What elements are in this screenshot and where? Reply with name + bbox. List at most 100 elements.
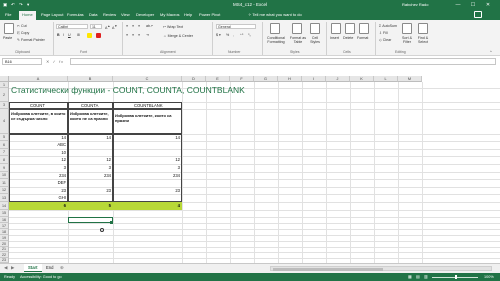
format-painter-button[interactable]: ✎ Format Painter — [17, 38, 45, 42]
row-header[interactable]: 5 — [0, 134, 9, 141]
bold-icon[interactable]: B — [57, 33, 60, 37]
align-top-icon[interactable]: ≡ — [126, 24, 128, 28]
column-header[interactable]: I — [302, 76, 326, 82]
next-sheet-icon[interactable]: ▶ — [11, 265, 14, 271]
format-as-table-icon[interactable] — [292, 23, 302, 34]
minimize-button[interactable]: — — [452, 1, 464, 9]
column-header[interactable]: K — [350, 76, 374, 82]
cell-b[interactable]: 23 — [68, 188, 111, 193]
grow-font-icon[interactable]: A▲ — [105, 24, 110, 30]
tab-file[interactable]: File — [5, 12, 11, 17]
cell-c[interactable]: 3 — [113, 165, 180, 170]
tab-power-pivot[interactable]: Power Pivot — [199, 12, 220, 17]
column-header[interactable]: H — [278, 76, 302, 82]
column-header[interactable]: B — [68, 76, 113, 82]
tab-review[interactable]: Review — [103, 12, 116, 17]
cell-c[interactable]: 23 — [113, 188, 180, 193]
cell-a[interactable]: DEF — [9, 180, 66, 185]
merge-center-button[interactable]: ⇔ Merge & Center — [163, 34, 193, 38]
fill-button[interactable]: ⇩ Fill — [379, 31, 388, 35]
cell-c[interactable]: 234 — [113, 173, 180, 178]
cell-a[interactable]: 12 — [9, 157, 66, 162]
row-header[interactable]: 10 — [0, 172, 9, 179]
borders-icon[interactable]: ⊞ — [77, 33, 80, 37]
cell-b[interactable]: 12 — [68, 157, 111, 162]
maximize-button[interactable]: ☐ — [467, 1, 479, 9]
column-header[interactable]: M — [398, 76, 422, 82]
tab-formulas[interactable]: Formulas — [67, 12, 84, 17]
active-cell-b16[interactable] — [68, 217, 113, 223]
share-icon[interactable] — [474, 11, 482, 18]
sort-filter-icon[interactable] — [402, 23, 412, 34]
font-color-icon[interactable] — [96, 33, 101, 38]
row-header[interactable]: 9 — [0, 164, 9, 172]
row-header[interactable]: 11 — [0, 179, 9, 187]
column-header[interactable]: A — [9, 76, 68, 82]
insert-button[interactable]: Insert — [330, 36, 339, 40]
delete-cells-icon[interactable] — [345, 23, 355, 34]
row-header[interactable]: 13 — [0, 194, 9, 202]
description-counta[interactable]: Изброява клетките, които не са празни — [68, 109, 113, 134]
align-bottom-icon[interactable]: ≡ — [138, 24, 140, 28]
cell-a[interactable]: GHI — [9, 195, 66, 200]
cell-c[interactable]: 14 — [113, 135, 180, 140]
cell-a[interactable]: 14 — [9, 135, 66, 140]
cell-a[interactable]: 10 — [9, 150, 66, 155]
sort-filter-button[interactable]: Sort & Filter — [400, 36, 414, 44]
prev-sheet-icon[interactable]: ◀ — [4, 265, 7, 271]
clear-button[interactable]: ◇ Clear — [379, 38, 391, 42]
sheet-tab-end[interactable]: End — [42, 264, 57, 272]
shrink-font-icon[interactable]: A▼ — [112, 24, 117, 30]
format-button[interactable]: Format — [357, 36, 368, 40]
cell-a[interactable]: 23 — [9, 188, 66, 193]
page-layout-view-icon[interactable]: ▤ — [416, 274, 420, 279]
collapse-ribbon-icon[interactable]: ^ — [490, 50, 492, 54]
format-cells-icon[interactable] — [359, 23, 369, 34]
tab-view[interactable]: View — [121, 12, 130, 17]
row-header[interactable]: 2 — [0, 88, 9, 102]
user-name[interactable]: Rabchev Rado — [402, 2, 428, 7]
description-countblank[interactable]: Изброява клетките, които са празни — [113, 109, 182, 134]
tell-me-box[interactable]: ✧ Tell me what you want to do — [248, 12, 302, 17]
result-counta[interactable]: 5 — [68, 203, 111, 208]
find-select-button[interactable]: Find & Select — [415, 36, 431, 44]
align-left-icon[interactable]: ≡ — [126, 33, 128, 37]
sheet-tab-start[interactable]: Start — [24, 264, 42, 272]
wrap-text-button[interactable]: ↩ Wrap Text — [163, 25, 183, 29]
close-button[interactable]: ✕ — [482, 1, 494, 9]
fx-icon[interactable]: ✕ ✓ fx — [46, 59, 64, 64]
number-format-select[interactable]: General — [216, 24, 256, 29]
row-header[interactable]: 7 — [0, 149, 9, 156]
conditional-formatting-icon[interactable] — [270, 23, 280, 34]
row-header[interactable]: 12 — [0, 187, 9, 194]
header-counta[interactable]: COUNTA — [68, 102, 113, 109]
orientation-icon[interactable]: ab↗ — [146, 24, 153, 28]
delete-button[interactable]: Delete — [343, 36, 353, 40]
tab-help[interactable]: Help — [184, 12, 192, 17]
fill-handle[interactable] — [110, 221, 113, 224]
cell-b[interactable]: 14 — [68, 135, 111, 140]
column-header[interactable]: F — [230, 76, 254, 82]
cell-a[interactable]: 3 — [9, 165, 66, 170]
normal-view-icon[interactable]: ▦ — [408, 274, 412, 279]
row-header[interactable]: 8 — [0, 156, 9, 164]
column-header[interactable]: E — [206, 76, 230, 82]
name-box[interactable]: B16 — [2, 58, 42, 65]
formula-input[interactable] — [70, 58, 496, 65]
paste-button[interactable]: Paste — [3, 36, 12, 40]
column-header[interactable]: J — [326, 76, 350, 82]
header-count[interactable]: COUNT — [9, 102, 68, 109]
row-header[interactable]: 14 — [0, 202, 9, 210]
currency-icon[interactable]: $ ▾ — [216, 33, 221, 37]
row-header[interactable]: 6 — [0, 141, 9, 149]
zoom-level[interactable]: 100% — [484, 275, 494, 279]
accessibility-status[interactable]: Accessibility: Good to go — [20, 275, 62, 279]
cut-button[interactable]: ✂ Cut — [17, 24, 27, 28]
cell-c[interactable]: 12 — [113, 157, 180, 162]
format-as-table-button[interactable]: Format as Table — [288, 36, 308, 44]
description-count[interactable]: Изброява клетките, в които се съдържа чи… — [9, 109, 68, 134]
result-countblank[interactable]: 4 — [113, 203, 180, 208]
cell-b[interactable]: 234 — [68, 173, 111, 178]
column-header[interactable]: L — [374, 76, 398, 82]
increase-decimal-icon[interactable]: ⁺⁰ — [240, 33, 243, 37]
